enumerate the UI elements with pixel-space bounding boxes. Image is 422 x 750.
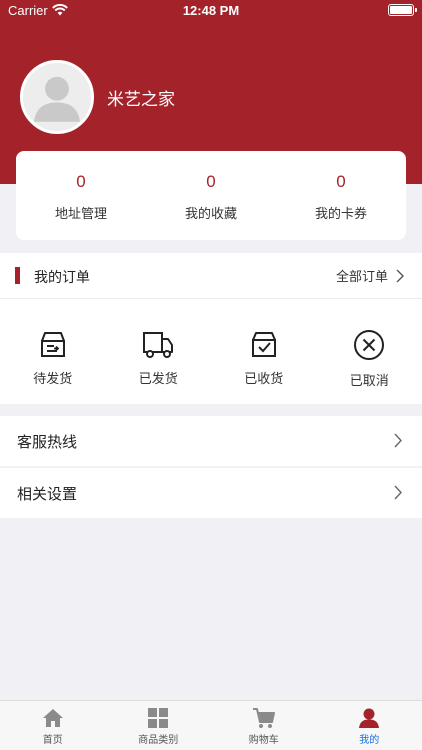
stat-favorites[interactable]: 0 我的收藏 xyxy=(146,151,276,240)
truck-icon xyxy=(143,332,174,358)
order-cancelled[interactable]: 已取消 xyxy=(317,299,422,403)
tab-label: 我的 xyxy=(359,735,380,746)
home-icon xyxy=(42,709,63,727)
all-orders-label: 全部订单 xyxy=(335,270,388,285)
received-box-icon xyxy=(251,332,276,357)
stat-value: 0 xyxy=(206,172,216,191)
all-orders-link[interactable]: 全部订单 xyxy=(336,266,404,285)
tab-mine[interactable]: 我的 xyxy=(317,701,422,750)
orders-title: 我的订单 xyxy=(34,270,90,286)
tab-label: 商品类别 xyxy=(138,735,179,746)
orders-section: 我的订单 全部订单 待发货 已发货 已收货 已取消 xyxy=(0,253,422,404)
order-status-label: 已收货 xyxy=(244,372,284,387)
stats-card: 0 地址管理 0 我的收藏 0 我的卡券 xyxy=(16,151,406,240)
section-marker xyxy=(15,267,20,284)
order-status-label: 待发货 xyxy=(33,372,73,387)
stat-value: 0 xyxy=(76,172,86,191)
menu-customer-service[interactable]: 客服热线 xyxy=(0,416,422,466)
order-pending-shipment[interactable]: 待发货 xyxy=(0,299,106,403)
tab-home[interactable]: 首页 xyxy=(0,701,106,750)
stat-label: 我的卡券 xyxy=(314,207,367,222)
tab-bar: 首页 商品类别 购物车 我的 xyxy=(0,700,422,750)
grid-icon xyxy=(148,708,169,728)
cancel-circle-icon xyxy=(354,330,385,360)
tab-categories[interactable]: 商品类别 xyxy=(106,701,212,750)
pending-shipment-icon xyxy=(40,332,65,357)
stat-value: 0 xyxy=(336,172,346,191)
chevron-right-icon xyxy=(394,485,402,500)
clock: 12:48 PM xyxy=(182,3,240,18)
order-received[interactable]: 已收货 xyxy=(211,299,317,403)
stat-label: 我的收藏 xyxy=(184,207,237,222)
order-status-label: 已取消 xyxy=(349,374,389,389)
tab-label: 首页 xyxy=(42,735,63,746)
menu-label: 相关设置 xyxy=(17,485,78,503)
default-user-icon xyxy=(34,76,80,122)
order-status-label: 已发货 xyxy=(138,372,178,387)
stat-label: 地址管理 xyxy=(54,207,107,222)
battery-icon xyxy=(388,4,417,16)
chevron-right-icon xyxy=(394,433,402,448)
orders-header: 我的订单 全部订单 xyxy=(0,253,422,299)
username: 米艺之家 xyxy=(107,90,175,110)
avatar[interactable] xyxy=(20,60,94,134)
chevron-right-icon xyxy=(396,269,404,282)
menu-label: 客服热线 xyxy=(17,433,78,451)
menu-settings[interactable]: 相关设置 xyxy=(0,468,422,518)
tab-cart[interactable]: 购物车 xyxy=(211,701,317,750)
stat-coupons[interactable]: 0 我的卡券 xyxy=(276,151,406,240)
stat-address[interactable]: 0 地址管理 xyxy=(16,151,146,240)
user-icon xyxy=(359,708,380,728)
status-bar: Carrier 12:48 PM xyxy=(0,0,422,22)
order-shipped[interactable]: 已发货 xyxy=(106,299,212,403)
cart-icon xyxy=(252,708,275,728)
order-status-list: 待发货 已发货 已收货 已取消 xyxy=(0,299,422,403)
tab-label: 购物车 xyxy=(248,735,279,746)
